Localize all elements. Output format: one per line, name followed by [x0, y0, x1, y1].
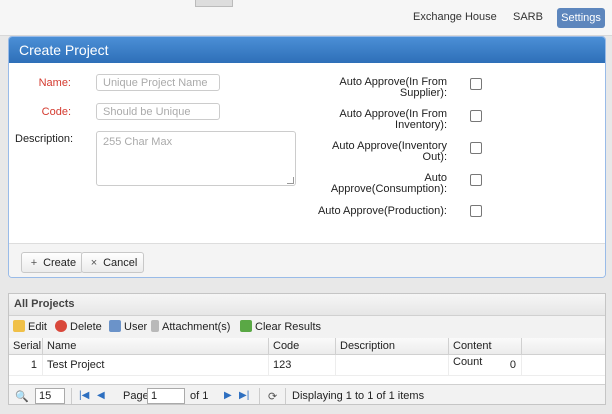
cell-serial: 1 — [9, 355, 43, 375]
check-label-production: Auto Approve(Production): — [317, 205, 447, 217]
grid-pager: 🔍 15 |◀ ◀ Page 1 of 1 ▶ ▶| ⟳ Displaying … — [9, 384, 605, 404]
auto-approve-inventory-checkbox[interactable] — [470, 110, 482, 122]
page-label: Page — [123, 390, 149, 402]
last-page-icon[interactable]: ▶| — [239, 390, 249, 401]
cell-description — [336, 355, 449, 375]
panel-footer: + Create × Cancel — [9, 243, 605, 277]
cell-name: Test Project — [43, 355, 269, 375]
name-input[interactable]: Unique Project Name — [96, 74, 220, 91]
cancel-button[interactable]: × Cancel — [81, 252, 145, 273]
cell-code: 123 — [269, 355, 336, 375]
edit-button[interactable]: Edit — [13, 320, 47, 334]
page-count: of 1 — [190, 390, 209, 402]
check-label-inventory-out: Auto Approve(Inventory Out): — [332, 140, 447, 163]
col-content-count[interactable]: Content Count — [449, 338, 522, 368]
create-button[interactable]: + Create — [21, 252, 84, 273]
attachment-button[interactable]: Attachment(s) — [151, 320, 230, 334]
nav-settings[interactable]: Settings — [557, 8, 605, 28]
top-nav: Exchange House SARB Settings — [0, 0, 612, 36]
col-description[interactable]: Description — [336, 338, 449, 354]
splitter-handle[interactable] — [195, 0, 233, 7]
clear-results-button[interactable]: Clear Results — [240, 320, 321, 334]
name-label: Name: — [38, 77, 71, 89]
first-page-icon[interactable]: |◀ — [79, 390, 89, 401]
projects-grid: All Projects Edit Delete User Attachment… — [8, 293, 606, 405]
page-size-input[interactable]: 15 — [35, 388, 65, 404]
separator — [259, 388, 260, 404]
col-name[interactable]: Name — [43, 338, 269, 354]
description-placeholder: 255 Char Max — [103, 136, 173, 148]
check-label-consumption: Auto Approve(Consumption): — [330, 172, 447, 195]
separator — [285, 388, 286, 404]
pager-status: Displaying 1 to 1 of 1 items — [292, 390, 425, 402]
user-button[interactable]: User — [109, 320, 147, 334]
next-page-icon[interactable]: ▶ — [224, 390, 232, 401]
table-row[interactable]: 1 Test Project 123 0 — [9, 355, 605, 376]
auto-approve-production-checkbox[interactable] — [470, 205, 482, 217]
grid-toolbar: Edit Delete User Attachment(s) Clear Res… — [9, 316, 605, 339]
resize-grip-icon[interactable] — [287, 177, 294, 184]
nav-sarb[interactable]: SARB — [513, 11, 543, 23]
nav-exchange-house[interactable]: Exchange House — [413, 11, 497, 23]
auto-approve-supplier-checkbox[interactable] — [470, 78, 482, 90]
code-label: Code: — [41, 106, 71, 118]
auto-approve-consumption-checkbox[interactable] — [470, 174, 482, 186]
user-icon — [109, 320, 121, 332]
search-icon[interactable]: 🔍 — [15, 390, 29, 403]
create-project-panel: Create Project Name: Unique Project Name… — [8, 36, 606, 278]
check-label-supplier: Auto Approve(In From Supplier): — [339, 76, 447, 99]
page-input[interactable]: 1 — [147, 388, 185, 404]
col-serial[interactable]: Serial — [9, 338, 43, 354]
col-code[interactable]: Code — [269, 338, 336, 354]
prev-page-icon[interactable]: ◀ — [97, 390, 105, 401]
grid-header: Serial Name Code Description Content Cou… — [9, 338, 605, 368]
separator — [71, 388, 72, 404]
cell-content-count: 0 — [449, 355, 522, 375]
description-input[interactable]: 255 Char Max — [96, 131, 296, 186]
panel-title: Create Project — [9, 37, 605, 63]
grid-title: All Projects — [9, 294, 605, 316]
auto-approve-inventory-out-checkbox[interactable] — [470, 142, 482, 154]
description-label: Description: — [15, 133, 74, 145]
refresh-icon[interactable]: ⟳ — [268, 390, 277, 403]
check-label-inventory: Auto Approve(In From Inventory): — [339, 108, 447, 131]
delete-button[interactable]: Delete — [55, 320, 102, 334]
delete-icon — [55, 320, 67, 332]
edit-icon — [13, 320, 25, 332]
clear-icon — [240, 320, 252, 332]
attachment-icon — [151, 320, 159, 332]
close-icon: × — [90, 257, 98, 269]
code-input[interactable]: Should be Unique — [96, 103, 220, 120]
plus-icon: + — [30, 257, 38, 269]
